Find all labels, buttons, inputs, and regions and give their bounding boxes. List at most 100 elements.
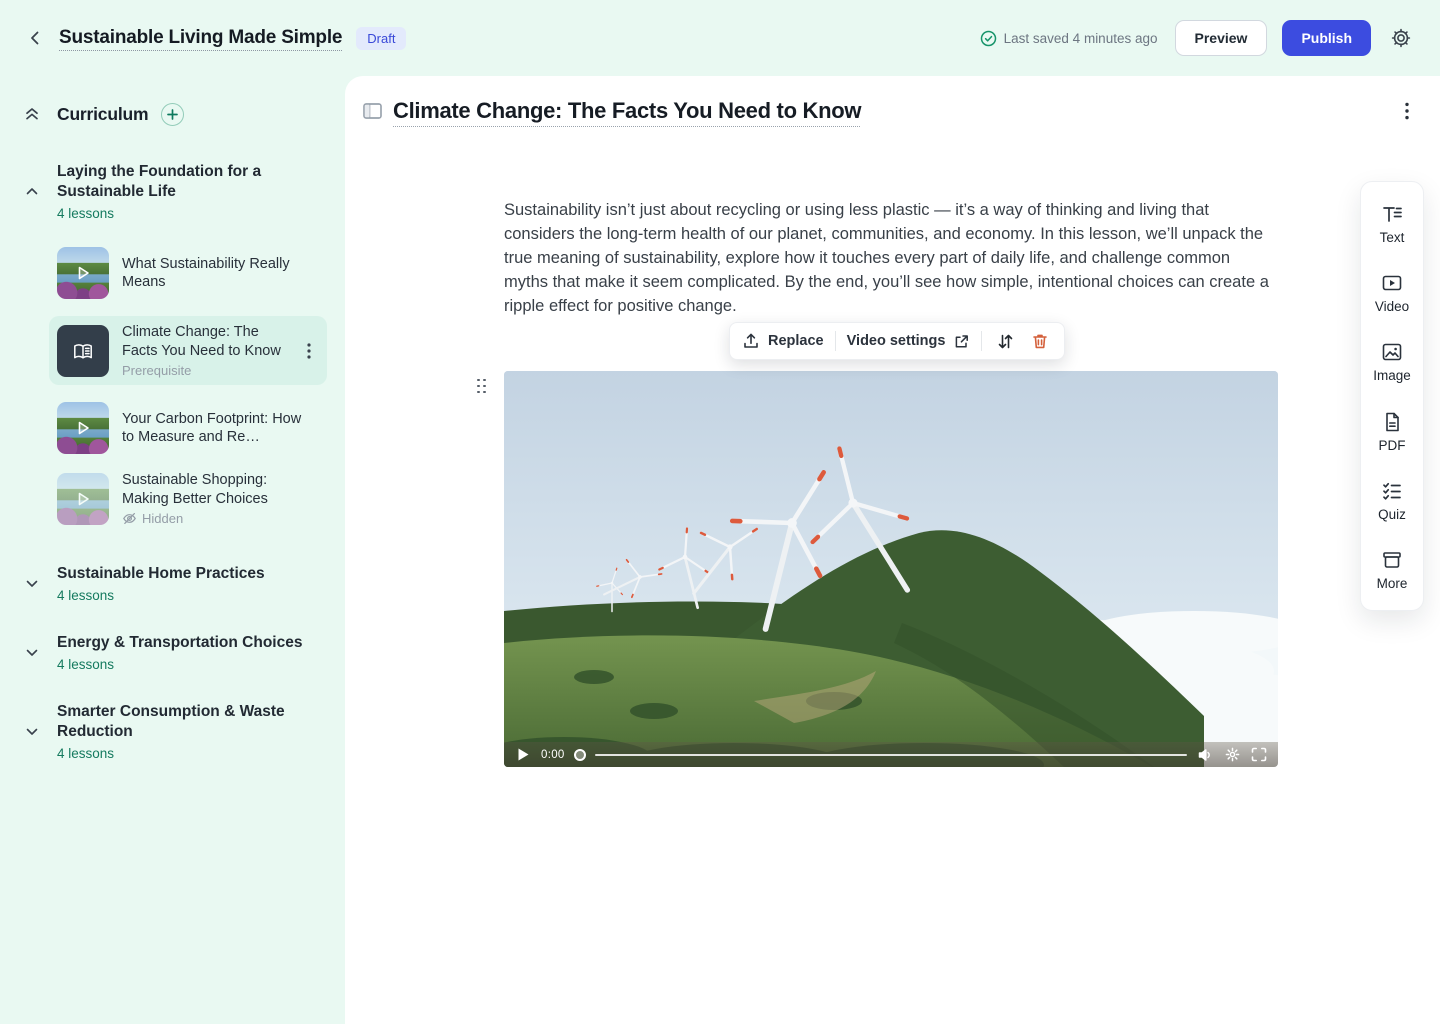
lesson-item-selected[interactable]: Climate Change: The Facts You Need to Kn… <box>49 316 327 385</box>
plus-icon <box>167 109 178 120</box>
trash-icon <box>1031 332 1049 350</box>
tool-label: Quiz <box>1378 507 1406 522</box>
player-settings-button[interactable] <box>1223 746 1241 764</box>
video-frame-wind-turbines <box>504 371 1278 767</box>
fullscreen-button[interactable] <box>1250 746 1268 764</box>
insert-image-button[interactable]: Image <box>1373 341 1411 383</box>
video-thumbnail <box>57 473 109 525</box>
curriculum-section: Energy & Transportation Choices 4 lesson… <box>24 633 327 672</box>
play-icon <box>73 418 93 438</box>
lesson-title: Climate Change: The Facts You Need to Kn… <box>122 323 294 360</box>
tool-label: More <box>1377 576 1408 591</box>
curriculum-section: Sustainable Home Practices 4 lessons <box>24 564 327 603</box>
section-title: Smarter Consumption & Waste Reduction <box>57 702 297 742</box>
section-header[interactable]: Smarter Consumption & Waste Reduction 4 … <box>24 702 327 761</box>
lesson-page-title[interactable]: Climate Change: The Facts You Need to Kn… <box>393 98 861 124</box>
move-block-button[interactable] <box>993 329 1017 353</box>
section-header[interactable]: Sustainable Home Practices 4 lessons <box>24 564 327 603</box>
section-title: Energy & Transportation Choices <box>57 633 302 653</box>
replace-video-button[interactable]: Replace <box>742 323 824 359</box>
section-lesson-count: 4 lessons <box>57 206 327 221</box>
settings-gear-icon <box>1225 747 1240 762</box>
insert-video-button[interactable]: Video <box>1375 272 1409 314</box>
reading-thumbnail <box>57 325 109 377</box>
book-icon <box>70 338 96 364</box>
section-title: Laying the Foundation for a Sustainable … <box>57 162 327 202</box>
delete-block-button[interactable] <box>1028 329 1052 353</box>
save-status-text: Last saved 4 minutes ago <box>1004 31 1158 46</box>
video-thumbnail <box>57 402 109 454</box>
chevron-down-icon <box>24 645 40 660</box>
pdf-icon <box>1381 411 1403 433</box>
toolbar-divider <box>981 331 982 351</box>
seek-handle[interactable] <box>574 749 586 761</box>
video-block[interactable]: 0:00 <box>504 371 1278 767</box>
preview-button[interactable]: Preview <box>1175 20 1268 56</box>
curriculum-sidebar: Curriculum Laying the Foundation for a S… <box>0 76 345 1024</box>
topbar-actions: Last saved 4 minutes ago Preview Publish <box>980 20 1414 56</box>
lesson-item[interactable]: What Sustainability Really Means <box>57 247 327 299</box>
block-drag-handle[interactable] <box>475 377 488 395</box>
video-block-toolbar: Replace Video settings <box>729 322 1065 360</box>
play-button[interactable] <box>514 746 532 764</box>
toggle-sidebar-button[interactable] <box>362 101 382 121</box>
video-settings-button[interactable]: Video settings <box>847 323 971 359</box>
curriculum-title: Curriculum <box>57 104 148 125</box>
current-time: 0:00 <box>541 749 565 761</box>
chevron-up-icon <box>24 184 40 199</box>
back-chevron-icon <box>26 29 44 47</box>
insert-more-button[interactable]: More <box>1377 549 1408 591</box>
more-blocks-icon <box>1381 549 1403 571</box>
video-icon <box>1381 272 1403 294</box>
check-circle-icon <box>980 30 997 47</box>
add-section-button[interactable] <box>161 103 184 126</box>
chevron-down-icon <box>24 576 40 591</box>
play-icon <box>518 748 529 761</box>
lesson-item-hidden[interactable]: Sustainable Shopping: Making Better Choi… <box>57 471 327 526</box>
video-thumbnail <box>57 247 109 299</box>
section-header[interactable]: Laying the Foundation for a Sustainable … <box>24 162 327 221</box>
volume-button[interactable] <box>1196 746 1214 764</box>
tool-label: Video <box>1375 299 1409 314</box>
settings-button[interactable] <box>1388 25 1414 51</box>
insert-pdf-button[interactable]: PDF <box>1379 411 1406 453</box>
lesson-menu-button[interactable] <box>301 342 317 360</box>
insert-block-panel: Text Video Image PDF Quiz More <box>1360 181 1424 611</box>
play-icon <box>73 489 93 509</box>
lesson-intro-paragraph[interactable]: Sustainability isn’t just about recyclin… <box>504 198 1272 318</box>
status-badge: Draft <box>356 27 406 50</box>
lesson-editor-panel: Climate Change: The Facts You Need to Kn… <box>345 76 1440 1024</box>
publish-button[interactable]: Publish <box>1282 20 1371 56</box>
insert-quiz-button[interactable]: Quiz <box>1378 480 1406 522</box>
progress-track[interactable] <box>595 754 1187 756</box>
play-icon <box>73 263 93 283</box>
back-button[interactable] <box>24 27 46 49</box>
lesson-menu-button[interactable] <box>1398 101 1416 121</box>
text-icon <box>1381 203 1403 225</box>
course-title[interactable]: Sustainable Living Made Simple <box>59 27 342 49</box>
section-title: Sustainable Home Practices <box>57 564 265 584</box>
lesson-title: Sustainable Shopping: Making Better Choi… <box>122 471 308 508</box>
upload-icon <box>742 332 760 350</box>
tool-label: Text <box>1380 230 1405 245</box>
quiz-icon <box>1381 480 1403 502</box>
toolbar-divider <box>835 331 836 351</box>
lesson-list: What Sustainability Really Means Climate… <box>57 247 327 526</box>
panel-toggle-icon <box>363 103 382 119</box>
save-status: Last saved 4 minutes ago <box>980 30 1158 47</box>
collapse-all-icon[interactable] <box>24 106 40 122</box>
lesson-title: What Sustainability Really Means <box>122 255 308 292</box>
tool-label: PDF <box>1379 438 1406 453</box>
insert-text-button[interactable]: Text <box>1380 203 1405 245</box>
gear-icon <box>1390 27 1412 49</box>
curriculum-section: Laying the Foundation for a Sustainable … <box>24 162 327 526</box>
sort-arrows-icon <box>996 332 1015 351</box>
video-settings-label: Video settings <box>847 333 946 349</box>
curriculum-header: Curriculum <box>24 100 327 128</box>
curriculum-section: Smarter Consumption & Waste Reduction 4 … <box>24 702 327 761</box>
replace-label: Replace <box>768 333 824 349</box>
section-lesson-count: 4 lessons <box>57 657 302 672</box>
image-icon <box>1381 341 1403 363</box>
lesson-item[interactable]: Your Carbon Footprint: How to Measure an… <box>57 402 327 454</box>
section-header[interactable]: Energy & Transportation Choices 4 lesson… <box>24 633 327 672</box>
